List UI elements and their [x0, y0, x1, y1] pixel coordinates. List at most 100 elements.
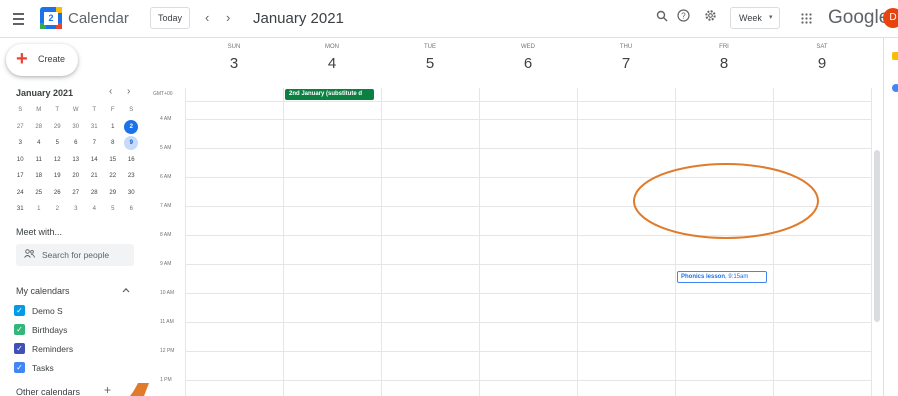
mini-calendar-day[interactable]: 11: [30, 152, 49, 169]
day-header[interactable]: WED 6: [479, 44, 577, 72]
mini-calendar-day[interactable]: 30: [122, 185, 141, 202]
view-label: Week: [739, 13, 762, 23]
mini-calendar-week: 27 28 29 30 31 1 2: [11, 119, 141, 136]
day-abbr: WED: [521, 44, 535, 50]
time-label: 9 AM: [160, 261, 172, 267]
mini-calendar-day[interactable]: 12: [48, 152, 67, 169]
day-header[interactable]: SUN 3: [185, 44, 283, 72]
mini-calendar-day[interactable]: 27: [67, 185, 86, 202]
time-label: 5 AM: [160, 145, 172, 151]
chevron-down-icon: ▾: [769, 14, 773, 21]
today-button[interactable]: Today: [150, 7, 190, 29]
checkbox-icon[interactable]: ✓: [14, 305, 25, 316]
mini-calendar-day[interactable]: 2: [48, 201, 67, 218]
mini-calendar-day[interactable]: 4: [85, 201, 104, 218]
search-people-placeholder: Search for people: [42, 250, 110, 260]
mini-calendar-day[interactable]: 15: [104, 152, 123, 169]
time-label: 12 PM: [160, 348, 175, 354]
mini-calendar-day[interactable]: 5: [104, 201, 123, 218]
checkbox-icon[interactable]: ✓: [14, 362, 25, 373]
mini-calendar-day[interactable]: 29: [104, 185, 123, 202]
calendar-event[interactable]: Phonics lesson, 9:15am: [677, 271, 767, 283]
day-header[interactable]: MON 4: [283, 44, 381, 72]
day-header[interactable]: SAT 9: [773, 44, 871, 72]
tasks-icon[interactable]: [892, 84, 898, 92]
day-abbr: SAT: [816, 44, 828, 50]
allday-event[interactable]: 2nd January (substitute d: [285, 89, 374, 100]
mini-calendar-day[interactable]: 24: [11, 185, 30, 202]
mini-calendar-day[interactable]: 28: [30, 119, 49, 136]
search-icon[interactable]: [656, 9, 668, 25]
day-header[interactable]: FRI 8: [675, 44, 773, 72]
search-people-input[interactable]: Search for people: [16, 244, 134, 266]
day-column-line: [381, 88, 382, 396]
chevron-up-icon[interactable]: [122, 285, 130, 295]
help-icon[interactable]: ?: [677, 9, 690, 25]
mini-calendar-day[interactable]: 27: [11, 119, 30, 136]
my-calendars-title[interactable]: My calendars: [16, 286, 70, 296]
app-title: Calendar: [68, 10, 129, 27]
mini-calendar-day[interactable]: 20: [67, 168, 86, 185]
mini-calendar-day[interactable]: 13: [67, 152, 86, 169]
mini-calendar-day[interactable]: 30: [67, 119, 86, 136]
main-menu-button[interactable]: [10, 9, 30, 29]
mini-calendar-day[interactable]: 3: [67, 201, 86, 218]
apps-grid-icon[interactable]: [801, 11, 812, 27]
time-label: 10 AM: [160, 290, 175, 296]
mini-calendar-week: 3456789: [11, 135, 141, 152]
plus-icon: +: [16, 48, 28, 70]
mini-calendar-day[interactable]: 6: [67, 135, 86, 152]
avatar[interactable]: D: [883, 8, 898, 28]
mini-calendar-day[interactable]: 17: [11, 168, 30, 185]
checkbox-icon[interactable]: ✓: [14, 324, 25, 335]
mini-calendar-day[interactable]: 10: [11, 152, 30, 169]
mini-calendar-day[interactable]: 5: [48, 135, 67, 152]
mini-calendar-day[interactable]: 19: [48, 168, 67, 185]
mini-calendar-day[interactable]: 2: [122, 119, 141, 136]
mini-calendar-day[interactable]: 8: [104, 135, 123, 152]
mini-calendar-day[interactable]: 28: [85, 185, 104, 202]
mini-calendar-day[interactable]: 9: [122, 135, 141, 152]
mini-calendar-day[interactable]: 1: [104, 119, 123, 136]
checkbox-icon[interactable]: ✓: [14, 343, 25, 354]
mini-calendar-day[interactable]: 22: [104, 168, 123, 185]
mini-calendar-day[interactable]: 21: [85, 168, 104, 185]
day-column-line: [185, 88, 186, 396]
people-icon: [24, 249, 35, 260]
mini-calendar-day[interactable]: 14: [85, 152, 104, 169]
day-header[interactable]: THU 7: [577, 44, 675, 72]
mini-calendar-day[interactable]: 31: [11, 201, 30, 218]
mini-calendar-week: 10 11 12 13 14 15 16: [11, 152, 141, 169]
create-button[interactable]: + Create: [6, 44, 78, 76]
mini-calendar-day[interactable]: 29: [48, 119, 67, 136]
add-other-calendar-button[interactable]: +: [104, 383, 111, 396]
day-header[interactable]: TUE 5: [381, 44, 479, 72]
mini-calendar-day[interactable]: 6: [122, 201, 141, 218]
mini-calendar-day[interactable]: 25: [30, 185, 49, 202]
mini-calendar-prev-button[interactable]: ‹: [109, 86, 112, 97]
mini-calendar-day[interactable]: 31: [85, 119, 104, 136]
view-switcher-button[interactable]: Week ▾: [730, 7, 780, 29]
mini-calendar-day[interactable]: 7: [85, 135, 104, 152]
calendar-label: Reminders: [32, 344, 74, 354]
scrollbar[interactable]: [874, 150, 880, 322]
mini-calendar-day[interactable]: 26: [48, 185, 67, 202]
mini-calendar-day[interactable]: 18: [30, 168, 49, 185]
mini-calendar-day[interactable]: 16: [122, 152, 141, 169]
next-week-button[interactable]: ›: [226, 10, 230, 25]
timezone-label: GMT+00: [153, 91, 173, 97]
gear-icon[interactable]: [704, 9, 717, 25]
mini-calendar-day[interactable]: 4: [30, 135, 49, 152]
mini-calendar-week: 24 25 26 27 28 29 30: [11, 185, 141, 202]
mini-calendar-next-button[interactable]: ›: [127, 86, 130, 97]
mini-calendar-day[interactable]: 1: [30, 201, 49, 218]
keep-icon[interactable]: [892, 52, 898, 60]
mini-calendar-day[interactable]: 23: [122, 168, 141, 185]
time-label: 7 AM: [160, 203, 172, 209]
hour-line: [185, 101, 871, 102]
mini-calendar: S M T W T F S 27 28 29 30 31 1 2 3 4 5 6 7 8 9 10 11 12 1…: [11, 102, 141, 218]
calendar-logo[interactable]: 2: [40, 7, 62, 29]
mini-calendar-day[interactable]: 3: [11, 135, 30, 152]
annotation-ellipse: [633, 163, 819, 239]
previous-week-button[interactable]: ‹: [205, 10, 209, 25]
